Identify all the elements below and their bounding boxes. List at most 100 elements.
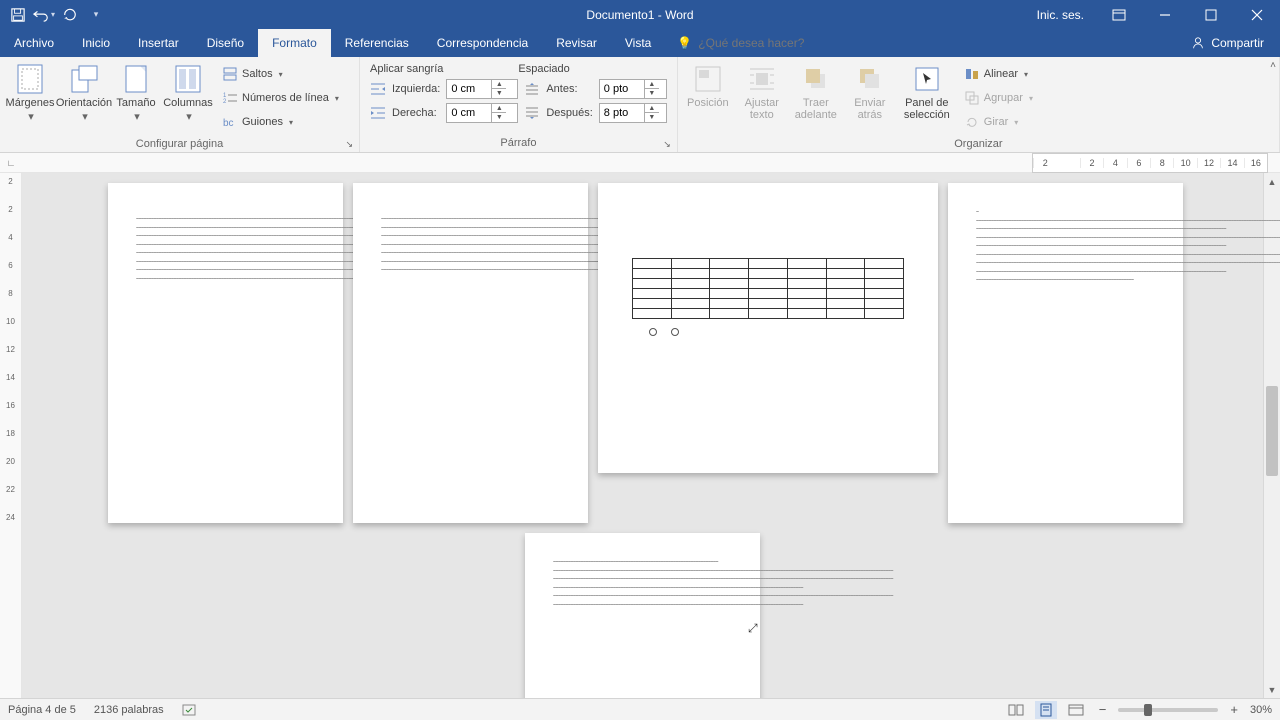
group-page-setup: Márgenes▾ Orientación▾ Tamaño▾ Columnas▾…	[0, 57, 360, 152]
horizontal-ruler[interactable]: 2 2 4 6 8 10 12 14 16	[1032, 153, 1268, 173]
columns-icon	[172, 63, 204, 95]
ribbon-tabs: Archivo Inicio Insertar Diseño Formato R…	[0, 29, 1280, 57]
zoom-knob[interactable]	[1144, 704, 1152, 716]
scroll-up-button[interactable]: ▲	[1264, 173, 1280, 190]
page-2: ▬▬▬▬▬▬▬▬▬▬▬▬▬▬▬▬▬▬▬▬▬▬▬▬▬▬▬▬▬▬▬▬▬▬▬▬▬▬▬▬…	[353, 183, 588, 523]
group-label-paragraph: Párrafo	[500, 137, 536, 149]
save-button[interactable]	[6, 3, 30, 27]
indent-left-label: Izquierda:	[392, 83, 440, 95]
cursor-icon: ⤢	[748, 621, 758, 636]
space-before-label: Antes:	[546, 83, 592, 95]
align-icon	[964, 66, 980, 82]
window-title: Documento1 - Word	[586, 8, 693, 22]
tab-formato[interactable]: Formato	[258, 29, 331, 57]
bring-forward-icon	[800, 63, 832, 95]
tell-me-input[interactable]	[698, 36, 858, 50]
breaks-icon	[222, 66, 238, 82]
undo-button[interactable]: ▾	[32, 3, 56, 27]
redo-button[interactable]	[58, 3, 82, 27]
collapse-ribbon-button[interactable]: ˄	[1270, 60, 1276, 71]
scroll-thumb[interactable]	[1266, 386, 1278, 476]
indent-header: Aplicar sangría	[370, 63, 518, 75]
page-1: ▬▬▬▬▬▬▬▬▬▬▬▬▬▬▬▬▬▬▬▬▬▬▬▬▬▬▬▬▬▬▬▬▬▬▬▬▬▬▬▬…	[108, 183, 343, 523]
wrap-text-button: Ajustar texto	[736, 61, 788, 123]
group-paragraph: Aplicar sangríaEspaciado Izquierda: ▲▼ A…	[360, 57, 678, 152]
vertical-ruler[interactable]: 2 2 4 6 8 10 12 14 16 18 20 22 24	[0, 173, 22, 698]
tell-me[interactable]: 💡	[665, 29, 870, 57]
tab-insertar[interactable]: Insertar	[124, 29, 193, 57]
tab-revisar[interactable]: Revisar	[542, 29, 611, 57]
align-button[interactable]: Alinear▾	[960, 63, 1037, 85]
svg-text:2: 2	[223, 99, 227, 105]
minimize-button[interactable]	[1142, 0, 1188, 29]
zoom-slider[interactable]	[1118, 708, 1218, 712]
zoom-level[interactable]: 30%	[1250, 704, 1272, 716]
space-after-label: Después:	[546, 107, 592, 119]
proofing-icon[interactable]	[182, 703, 198, 717]
space-after-spinner[interactable]: ▲▼	[599, 103, 667, 123]
print-layout-button[interactable]	[1035, 701, 1057, 719]
spacing-header: Espaciado	[518, 63, 666, 75]
radio-shapes	[649, 328, 679, 336]
hyphenation-button[interactable]: bcGuiones▾	[218, 111, 343, 133]
wrap-icon	[746, 63, 778, 95]
position-icon	[692, 63, 724, 95]
bring-forward-button: Traer adelante	[790, 61, 842, 123]
page-indicator[interactable]: Página 4 de 5	[8, 704, 76, 716]
group-label-arrange: Organizar	[954, 138, 1002, 150]
page-canvas[interactable]: ▬▬▬▬▬▬▬▬▬▬▬▬▬▬▬▬▬▬▬▬▬▬▬▬▬▬▬▬▬▬▬▬▬▬▬▬▬▬▬▬…	[22, 173, 1263, 698]
size-button[interactable]: Tamaño▾	[112, 61, 160, 125]
lightbulb-icon: 💡	[677, 36, 692, 50]
qat-customize[interactable]: ▾	[84, 3, 108, 27]
ribbon: Márgenes▾ Orientación▾ Tamaño▾ Columnas▾…	[0, 57, 1280, 153]
tab-correspondencia[interactable]: Correspondencia	[423, 29, 542, 57]
maximize-button[interactable]	[1188, 0, 1234, 29]
hyphenation-icon: bc	[222, 114, 238, 130]
vertical-scrollbar[interactable]: ▲ ▼	[1263, 173, 1280, 698]
rotate-icon	[964, 114, 980, 130]
ribbon-display-button[interactable]	[1096, 0, 1142, 29]
group-icon	[964, 90, 980, 106]
tab-inicio[interactable]: Inicio	[68, 29, 124, 57]
quick-access-toolbar: ▾ ▾	[0, 3, 114, 27]
tab-referencias[interactable]: Referencias	[331, 29, 423, 57]
indent-right-spinner[interactable]: ▲▼	[446, 103, 518, 123]
columns-button[interactable]: Columnas▾	[162, 61, 214, 125]
indent-left-icon	[370, 82, 386, 96]
group-label-page-setup: Configurar página	[136, 138, 223, 150]
margins-button[interactable]: Márgenes▾	[4, 61, 56, 125]
document-table	[632, 258, 904, 319]
sign-in-button[interactable]: Inic. ses.	[1025, 8, 1096, 22]
line-numbers-button[interactable]: 12Números de línea▾	[218, 87, 343, 109]
page-3	[598, 183, 938, 473]
zoom-in-button[interactable]: +	[1226, 702, 1242, 717]
indent-right-icon	[370, 106, 386, 120]
indent-left-spinner[interactable]: ▲▼	[446, 79, 518, 99]
selection-pane-button[interactable]: Panel de selección	[898, 61, 956, 123]
word-count[interactable]: 2136 palabras	[94, 704, 164, 716]
web-layout-button[interactable]	[1065, 701, 1087, 719]
rotate-button: Girar▾	[960, 111, 1037, 133]
zoom-out-button[interactable]: −	[1095, 702, 1111, 717]
paragraph-launcher[interactable]: ↘	[663, 139, 671, 150]
read-mode-button[interactable]	[1005, 701, 1027, 719]
page-setup-launcher[interactable]: ↘	[345, 139, 353, 150]
indent-right-label: Derecha:	[392, 107, 440, 119]
scroll-track[interactable]	[1264, 190, 1280, 681]
page-5: ▬▬▬▬▬▬▬▬▬▬▬▬▬▬▬▬▬▬▬▬▬▬▬▬▬▬▬▬▬▬▬▬▬▬▬▬▬▬▬▬…	[525, 533, 760, 698]
selection-pane-icon	[911, 63, 943, 95]
position-button: Posición	[682, 61, 734, 111]
tab-diseno[interactable]: Diseño	[193, 29, 258, 57]
space-before-spinner[interactable]: ▲▼	[599, 79, 667, 99]
close-button[interactable]	[1234, 0, 1280, 29]
document-area: 2 2 4 6 8 10 12 14 16 18 20 22 24 ▬▬▬▬▬▬…	[0, 173, 1280, 698]
scroll-down-button[interactable]: ▼	[1264, 681, 1280, 698]
tab-vista[interactable]: Vista	[611, 29, 665, 57]
orientation-button[interactable]: Orientación▾	[58, 61, 110, 125]
size-icon	[120, 63, 152, 95]
breaks-button[interactable]: Saltos▾	[218, 63, 343, 85]
tab-file[interactable]: Archivo	[0, 29, 68, 57]
share-button[interactable]: Compartir	[1175, 29, 1280, 57]
tab-selector[interactable]: ∟	[0, 153, 22, 172]
orientation-icon	[68, 63, 100, 95]
